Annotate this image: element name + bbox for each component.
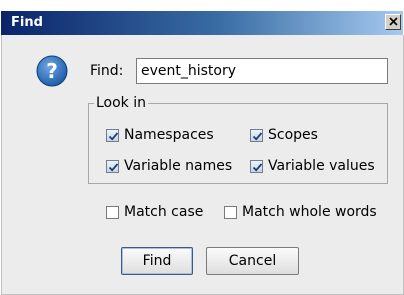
scopes-label: Scopes [268, 127, 318, 143]
find-dialog: Find ? Find: Look in Namespaces Scope [0, 0, 404, 295]
match-whole-words-checkbox[interactable]: Match whole words [224, 204, 377, 220]
question-icon: ? [36, 55, 68, 87]
title-bar[interactable]: Find [1, 11, 403, 35]
variable-values-label: Variable values [268, 158, 375, 174]
close-icon [389, 17, 398, 26]
find-label: Find: [90, 63, 124, 79]
variable-names-label: Variable names [124, 158, 233, 174]
match-case-checkbox[interactable]: Match case [106, 204, 203, 220]
find-input[interactable] [136, 58, 388, 84]
checkbox-checked-icon [250, 159, 263, 173]
svg-text:?: ? [46, 59, 58, 83]
match-whole-words-label: Match whole words [242, 204, 377, 220]
cancel-button[interactable]: Cancel [206, 247, 299, 275]
namespaces-label: Namespaces [124, 127, 214, 143]
namespaces-checkbox[interactable]: Namespaces [106, 127, 214, 143]
find-button[interactable]: Find [121, 247, 193, 275]
dialog-title: Find [11, 15, 43, 30]
match-case-label: Match case [124, 204, 204, 220]
checkbox-checked-icon [250, 128, 263, 142]
close-button[interactable] [385, 14, 401, 30]
checkbox-unchecked-icon [224, 205, 237, 219]
checkbox-unchecked-icon [106, 205, 119, 219]
variable-values-checkbox[interactable]: Variable values [250, 158, 375, 174]
checkbox-checked-icon [106, 159, 119, 173]
scopes-checkbox[interactable]: Scopes [250, 127, 318, 143]
variable-names-checkbox[interactable]: Variable names [106, 158, 232, 174]
checkbox-checked-icon [106, 128, 119, 142]
look-in-legend: Look in [94, 95, 149, 111]
